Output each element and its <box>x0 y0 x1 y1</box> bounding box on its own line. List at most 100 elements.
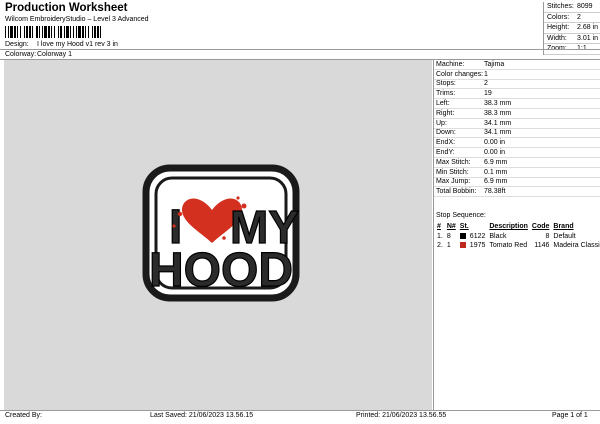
detail-row: Right: 38.3 mm <box>434 109 600 119</box>
detail-value: 38.3 mm <box>484 109 512 117</box>
detail-label: Stops: <box>436 80 456 88</box>
detail-row: EndX: 0.00 in <box>434 138 600 149</box>
detail-value: 34.1 mm <box>484 119 512 127</box>
machine-details: Machine: Tajima Color changes: 1 Stops: 2 Trim… <box>434 60 600 198</box>
stat-label: Colors: <box>547 13 570 21</box>
detail-value: 0.00 in <box>484 149 506 157</box>
stat-value: 8099 <box>577 3 593 11</box>
detail-row: Max Jump: 6.9 mm <box>434 178 600 188</box>
summary-stats: Stitches: 8099 Colors: 2 Height: 2.68 in Wi… <box>543 2 600 55</box>
colorway-row: Colorway: Colorway 1 <box>5 51 72 58</box>
stat-label: Width: <box>547 34 567 42</box>
stat-value: 2 <box>577 13 581 21</box>
stop-sequence-title: Stop Sequence: <box>436 212 486 219</box>
detail-label: Right: <box>436 109 455 117</box>
color-swatch <box>459 232 466 239</box>
thread-brand: Madeira Classic 40 <box>553 242 600 250</box>
detail-value: Tajima <box>484 60 505 68</box>
column-header: Brand <box>553 223 574 231</box>
printed-date: Printed: 21/06/2023 13.56.55 <box>356 412 447 419</box>
stat-row: Colors: 2 <box>544 13 600 23</box>
thread-description: Black <box>489 232 507 240</box>
stat-label: Stitches: <box>547 3 574 11</box>
stitch-count: 1975 <box>469 242 486 250</box>
detail-label: Up: <box>436 119 447 127</box>
detail-row: Machine: Tajima <box>434 60 600 70</box>
detail-value: 6.9 mm <box>484 158 508 166</box>
thread-brand: Default <box>553 232 576 240</box>
column-header: St. <box>459 223 469 231</box>
detail-label: Max Stitch: <box>436 158 471 166</box>
detail-label: EndY: <box>436 149 455 157</box>
stat-label: Height: <box>547 24 570 32</box>
detail-row: Min Stitch: 0.1 mm <box>434 168 600 178</box>
column-header: Description <box>489 223 528 231</box>
row-index: 1. <box>437 232 443 240</box>
software-name: Wilcom EmbroideryStudio – Level 3 Advanc… <box>5 16 149 23</box>
table-row: 2. 1 1975 Tomato Red 1146 Madeira Classi… <box>435 241 600 251</box>
embroidery-design: I MY HOOD <box>142 164 300 302</box>
page-number: Page 1 of 1 <box>552 412 588 419</box>
stat-row: Stitches: 8099 <box>544 2 600 13</box>
detail-label: Total Bobbin: <box>436 188 477 196</box>
detail-value: 34.1 mm <box>484 129 512 137</box>
detail-row: Color changes: 1 <box>434 70 600 80</box>
design-row: Design: I love my Hood v1 rev 3 in <box>5 41 118 48</box>
detail-value: 0.1 mm <box>484 168 508 176</box>
column-header: Code <box>531 223 550 231</box>
row-index: 2. <box>437 242 443 250</box>
splash-dot <box>236 196 240 200</box>
detail-value: 1 <box>484 70 488 78</box>
detail-row: Down: 34.1 mm <box>434 129 600 139</box>
needle-number: 1 <box>446 242 451 250</box>
detail-value: 2 <box>484 80 488 88</box>
column-header: # <box>437 223 441 231</box>
detail-label: Left: <box>436 100 450 108</box>
colorway-name: Colorway 1 <box>37 51 73 58</box>
splash-dot <box>222 236 226 240</box>
needle-number: 8 <box>446 232 451 240</box>
detail-value: 0.00 in <box>484 139 506 147</box>
created-by: Created By: <box>5 412 42 419</box>
detail-label: Machine: <box>436 60 465 68</box>
last-saved: Last Saved: 21/06/2023 13.56.15 <box>150 412 254 419</box>
splash-dot <box>172 224 176 228</box>
stat-row: Width: 3.01 in <box>544 34 600 44</box>
stop-sequence-table: # N# St. Description Code Brand 1. 8 612… <box>435 222 600 251</box>
detail-label: Max Jump: <box>436 178 471 186</box>
detail-label: Down: <box>436 129 456 137</box>
design-label: Design: <box>5 41 29 48</box>
table-header-row: # N# St. Description Code Brand <box>435 222 600 232</box>
detail-label: EndX: <box>436 139 456 147</box>
detail-value: 6.9 mm <box>484 178 508 186</box>
thread-description: Tomato Red <box>489 242 528 250</box>
detail-label: Min Stitch: <box>436 168 469 176</box>
detail-value: 19 <box>484 90 492 98</box>
detail-row: Stops: 2 <box>434 80 600 90</box>
detail-label: Trims: <box>436 90 456 98</box>
detail-value: 78.38ft <box>484 188 506 196</box>
stat-value: 3.01 in <box>577 34 599 42</box>
design-name: I love my Hood v1 rev 3 in <box>37 41 118 48</box>
page-title: Production Worksheet <box>5 2 128 14</box>
design-preview: I MY HOOD <box>4 60 432 410</box>
detail-value: 38.3 mm <box>484 100 512 108</box>
splash-dot <box>177 211 183 217</box>
thread-code: 1146 <box>534 242 550 250</box>
detail-row: Left: 38.3 mm <box>434 99 600 109</box>
barcode <box>5 26 230 38</box>
stitch-count: 6122 <box>469 232 486 240</box>
colorway-label: Colorway: <box>5 51 37 58</box>
detail-row: Max Stitch: 6.9 mm <box>434 158 600 168</box>
stat-row: Height: 2.68 in <box>544 23 600 34</box>
column-header: N# <box>446 223 456 231</box>
word-hood: HOOD <box>149 244 293 297</box>
thread-code: 8 <box>545 232 550 240</box>
color-swatch <box>459 242 466 249</box>
stat-value: 2.68 in <box>577 24 599 32</box>
detail-row: Up: 34.1 mm <box>434 119 600 129</box>
detail-row: Trims: 19 <box>434 89 600 100</box>
detail-row: EndY: 0.00 in <box>434 148 600 158</box>
table-row: 1. 8 6122 Black 8 Default <box>435 232 600 242</box>
detail-row: Total Bobbin: 78.38ft <box>434 187 600 198</box>
